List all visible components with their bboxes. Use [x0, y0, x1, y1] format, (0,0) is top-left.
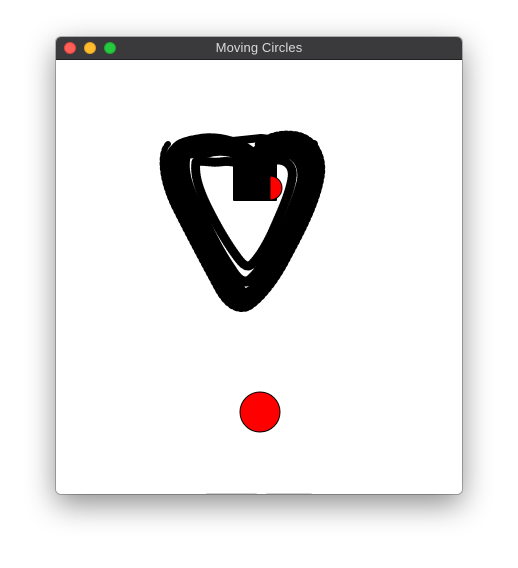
window-title: Moving Circles — [215, 40, 303, 55]
control-button-left[interactable] — [204, 493, 259, 494]
moving-circle[interactable] — [239, 391, 281, 433]
drawing-canvas[interactable] — [56, 60, 462, 494]
circle-trail — [159, 130, 326, 312]
canvas-svg — [159, 130, 326, 433]
desktop-background: Moving Circles — [0, 0, 518, 568]
control-button-right[interactable] — [264, 493, 314, 494]
title-bar[interactable]: Moving Circles — [56, 37, 462, 60]
trail-circle-partial — [269, 175, 283, 201]
app-window: Moving Circles — [56, 37, 462, 494]
